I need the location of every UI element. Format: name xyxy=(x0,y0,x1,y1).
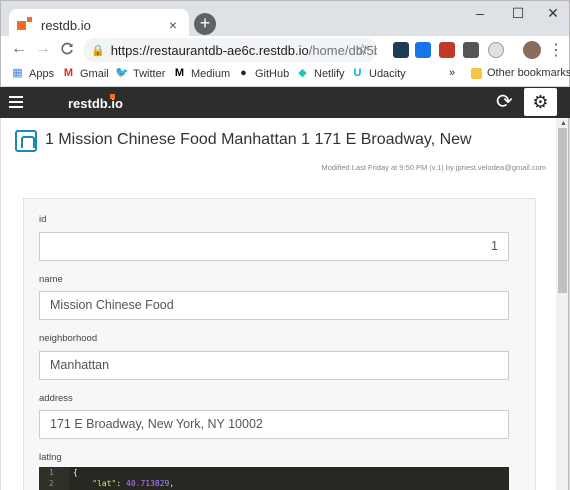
bookmark-netlify[interactable]: ◆ Netlify xyxy=(296,67,344,80)
other-bookmarks[interactable]: Other bookmarks xyxy=(471,67,570,79)
bookmark-twitter[interactable]: 🐦 Twitter xyxy=(115,67,165,80)
bookmark-gmail[interactable]: M Gmail xyxy=(62,67,109,80)
chrome-menu-icon[interactable]: ⋮ xyxy=(548,40,564,60)
field-label-id: id xyxy=(39,214,47,225)
apps-grid-icon: ▦ xyxy=(12,67,23,79)
toolbar: ← → 🔒 https://restaurantdb-ae6c.restdb.i… xyxy=(0,36,570,64)
record-title: 1 Mission Chinese Food Manhattan 1 171 E… xyxy=(45,131,472,148)
new-tab-button[interactable]: + xyxy=(194,13,216,35)
modified-info: Modified Last Friday at 9:50 PM (v.1) by… xyxy=(321,163,546,172)
name-input[interactable]: Mission Chinese Food xyxy=(39,291,509,320)
address-input[interactable]: 171 E Broadway, New York, NY 10002 xyxy=(39,410,509,439)
forward-icon[interactable]: → xyxy=(33,40,53,58)
page-scrollbar[interactable]: ▲ xyxy=(556,118,569,490)
extension-4-icon[interactable] xyxy=(463,42,479,58)
record-form: id 1 name Mission Chinese Food neighborh… xyxy=(23,198,536,490)
back-icon[interactable]: ← xyxy=(9,40,29,58)
bookmark-github[interactable]: ● GitHub xyxy=(237,67,289,80)
app-header: restdb.io ⟳ xyxy=(0,87,570,118)
field-label-neighborhood: neighborhood xyxy=(39,333,98,344)
minimize-icon[interactable]: – xyxy=(465,5,495,21)
extension-2-icon[interactable] xyxy=(415,42,431,58)
address-bar[interactable]: 🔒 https://restaurantdb-ae6c.restdb.io/ho… xyxy=(83,38,377,62)
field-label-name: name xyxy=(39,274,63,285)
netlify-icon: ◆ xyxy=(298,67,307,79)
profile-avatar[interactable] xyxy=(523,41,541,59)
neighborhood-input[interactable]: Manhattan xyxy=(39,351,509,380)
ublock-icon[interactable] xyxy=(439,42,455,58)
scroll-thumb[interactable] xyxy=(558,128,567,293)
udacity-icon: U xyxy=(353,67,362,79)
field-label-address: address xyxy=(39,393,73,404)
id-input[interactable]: 1 xyxy=(39,232,509,261)
extension-1-icon[interactable] xyxy=(393,42,409,58)
twitter-icon: 🐦 xyxy=(115,67,129,79)
github-icon: ● xyxy=(240,67,247,79)
refresh-icon[interactable]: ⟳ xyxy=(496,91,513,113)
scroll-up-icon[interactable]: ▲ xyxy=(560,120,567,127)
bookmark-medium[interactable]: M Medium xyxy=(173,67,230,80)
restdb-favicon-icon xyxy=(17,17,33,33)
bookmarks-bar: ▦ Apps M Gmail 🐦 Twitter M Medium ● GitHub ◆ N… xyxy=(0,64,570,87)
browser-titlebar: restdb.io × + – ☐ ✕ xyxy=(0,0,570,41)
reload-icon[interactable] xyxy=(57,40,77,61)
bookmark-apps[interactable]: ▦ Apps xyxy=(11,67,54,80)
bookmarks-overflow-icon[interactable]: » xyxy=(449,67,455,79)
hamburger-menu-icon[interactable] xyxy=(9,96,23,111)
json-code: { "lat": 40.713829, xyxy=(73,468,175,488)
gmail-icon: M xyxy=(63,67,74,79)
logo-accent xyxy=(110,94,115,99)
close-window-icon[interactable]: ✕ xyxy=(538,5,568,22)
line-number-gutter: 1 2 xyxy=(39,467,69,490)
latlng-json-editor[interactable]: 1 2 { "lat": 40.713829, xyxy=(39,467,509,490)
extension-5-icon[interactable] xyxy=(488,42,504,58)
maximize-icon[interactable]: ☐ xyxy=(503,5,533,22)
lock-icon: 🔒 xyxy=(91,44,105,57)
collection-icon xyxy=(15,130,37,152)
folder-icon xyxy=(471,67,482,79)
bookmark-star-icon[interactable]: ☆ xyxy=(356,41,369,58)
field-label-latlng: latlng xyxy=(39,452,62,463)
url-text: https://restaurantdb-ae6c.restdb.io/home… xyxy=(110,42,377,58)
bookmark-udacity[interactable]: U Udacity xyxy=(351,67,406,80)
tab-close-icon[interactable]: × xyxy=(165,17,181,33)
tab-title: restdb.io xyxy=(41,17,91,33)
record-page: 1 Mission Chinese Food Manhattan 1 171 E… xyxy=(1,118,556,490)
settings-gears-icon[interactable]: ⚙ xyxy=(524,88,557,116)
medium-icon: M xyxy=(174,67,185,79)
